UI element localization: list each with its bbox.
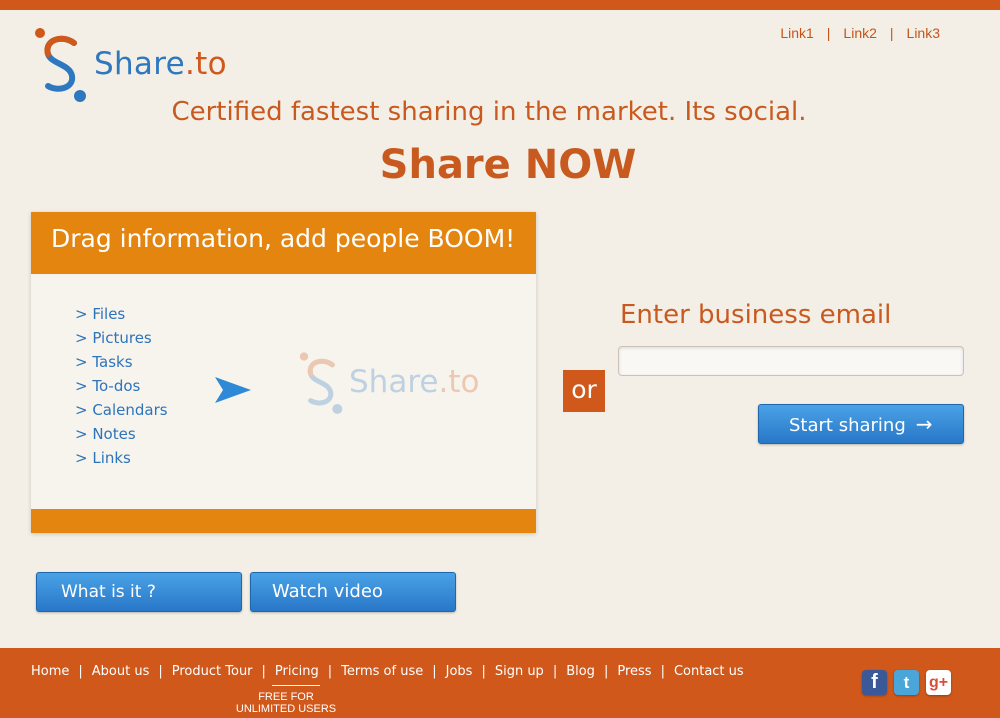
twitter-icon[interactable]: t bbox=[894, 670, 919, 695]
what-is-it-button[interactable]: What is it ? bbox=[36, 572, 242, 612]
footer-link-pricing[interactable]: Pricing bbox=[275, 664, 319, 679]
panel-title: Drag information, add people BOOM! bbox=[51, 224, 516, 253]
tagline: Certified fastest sharing in the market.… bbox=[171, 97, 807, 127]
email-field[interactable] bbox=[618, 346, 964, 376]
free-note-line1: FREE FOR bbox=[258, 691, 314, 703]
top-links: Link1 | Link2 | Link3 bbox=[780, 25, 940, 41]
top-link-3[interactable]: Link3 bbox=[907, 25, 940, 41]
footer-link-jobs[interactable]: Jobs bbox=[446, 664, 473, 679]
logo-watermark: Share.to bbox=[299, 344, 529, 424]
top-link-1[interactable]: Link1 bbox=[780, 25, 813, 41]
start-sharing-button[interactable]: Start sharing → bbox=[758, 404, 964, 444]
footer-link-contact[interactable]: Contact us bbox=[674, 664, 744, 679]
list-item: > Calendars bbox=[75, 401, 168, 419]
pricing-wrap: Pricing bbox=[271, 664, 320, 686]
or-badge: or bbox=[563, 370, 605, 412]
feature-panel: Drag information, add people BOOM! > Fil… bbox=[31, 212, 536, 533]
separator: | bbox=[261, 664, 266, 679]
list-item: > To-dos bbox=[75, 377, 141, 395]
headline: Share NOW bbox=[379, 142, 637, 188]
footer-link-about[interactable]: About us bbox=[92, 664, 150, 679]
top-accent-bar bbox=[0, 0, 1000, 10]
google-plus-glyph: + bbox=[938, 674, 949, 691]
top-link-2[interactable]: Link2 bbox=[843, 25, 876, 41]
separator: | bbox=[158, 664, 163, 679]
arrow-right-icon: → bbox=[915, 412, 933, 436]
list-item: > Links bbox=[75, 449, 131, 467]
separator: | bbox=[660, 664, 665, 679]
email-label: Enter business email bbox=[620, 300, 892, 330]
watch-video-button[interactable]: Watch video bbox=[250, 572, 456, 612]
watermark-text-main: Share bbox=[349, 364, 439, 400]
logo-text-main: Share bbox=[94, 46, 185, 82]
separator: | bbox=[603, 664, 609, 679]
footer-link-blog[interactable]: Blog bbox=[566, 664, 595, 679]
watermark-text: Share.to bbox=[349, 364, 479, 400]
google-plus-icon[interactable]: g+ bbox=[926, 670, 951, 695]
separator: | bbox=[78, 664, 83, 679]
footer-link-product-tour[interactable]: Product Tour bbox=[172, 664, 253, 679]
logo-text-suffix: .to bbox=[184, 46, 227, 82]
footer-link-terms[interactable]: Terms of use bbox=[341, 664, 423, 679]
list-item: > Tasks bbox=[75, 353, 133, 371]
watermark-text-suffix: .to bbox=[438, 364, 480, 400]
logo-text: Share.to bbox=[94, 46, 227, 82]
facebook-icon[interactable]: f bbox=[862, 670, 887, 695]
list-item: > Files bbox=[75, 305, 126, 323]
separator: | bbox=[327, 664, 333, 679]
panel-footer-bar bbox=[31, 509, 536, 533]
list-item: > Pictures bbox=[75, 329, 152, 347]
separator: | bbox=[481, 664, 486, 679]
panel-header: Drag information, add people BOOM! bbox=[31, 212, 536, 274]
separator: | bbox=[432, 664, 437, 679]
separator: | bbox=[552, 664, 558, 679]
start-sharing-label: Start sharing bbox=[789, 415, 906, 436]
separator: | bbox=[826, 25, 831, 41]
pricing-underline bbox=[271, 685, 320, 686]
play-arrow-icon bbox=[215, 377, 251, 403]
share-logo-icon bbox=[299, 352, 343, 414]
feature-list: > Files > Pictures > Tasks > To-dos > Ca… bbox=[75, 302, 168, 470]
separator: | bbox=[889, 25, 894, 41]
footer: Home | About us | Product Tour | Pricing | Terms… bbox=[0, 648, 1000, 718]
logo[interactable]: Share.to bbox=[34, 26, 254, 106]
google-g-glyph: g bbox=[928, 674, 939, 691]
share-logo-icon bbox=[35, 28, 86, 102]
footer-nav: Home | About us | Product Tour | Pricing | Terms… bbox=[31, 664, 744, 686]
free-note-line2: UNLIMITED USERS bbox=[235, 703, 337, 715]
list-item: > Notes bbox=[75, 425, 136, 443]
footer-link-sign-up[interactable]: Sign up bbox=[495, 664, 544, 679]
free-note: FREE FOR UNLIMITED USERS bbox=[225, 691, 347, 715]
footer-link-press[interactable]: Press bbox=[617, 664, 651, 679]
footer-link-home[interactable]: Home bbox=[31, 664, 69, 679]
